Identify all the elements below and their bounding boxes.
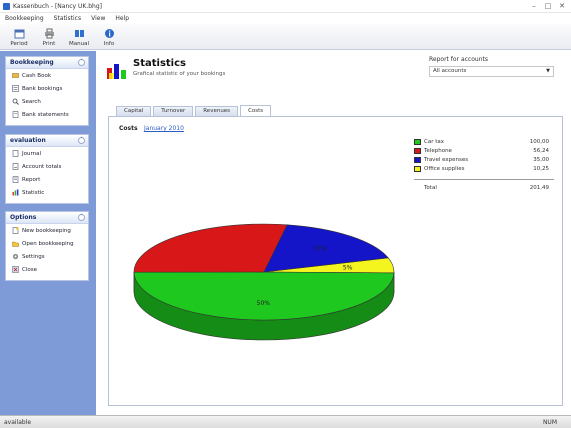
menu-statistics[interactable]: Statistics: [54, 14, 81, 24]
info-button[interactable]: Info: [94, 24, 124, 50]
pie-slice: [133, 223, 288, 273]
legend-total: Total 201,49: [424, 184, 549, 191]
cash-icon: [12, 72, 19, 79]
page-title: Statistics: [133, 58, 186, 69]
period-button[interactable]: Period: [4, 24, 34, 50]
menu-help[interactable]: Help: [115, 14, 129, 24]
toolbar: Period Print Manual Info: [0, 24, 571, 50]
pie-slice-label: 5%: [343, 265, 353, 272]
window-title: Kassenbuch - [Nancy UK.bhg]: [13, 3, 103, 10]
manual-button[interactable]: Manual: [64, 24, 94, 50]
tab-capital[interactable]: Capital: [116, 106, 152, 116]
legend-item: Car tax 100,00: [414, 137, 554, 146]
pie-slice-label: 17%: [313, 246, 327, 253]
gear-icon: [12, 253, 19, 260]
legend-swatch: [414, 138, 421, 145]
legend-swatch: [414, 165, 421, 172]
sidebar-item-bank-statements[interactable]: Bank statements: [6, 108, 88, 121]
new-file-icon: [12, 227, 19, 234]
chart-legend: Car tax 100,00 Telephone 56,24 Travel ex…: [414, 137, 554, 192]
tab-costs[interactable]: Costs: [240, 105, 272, 116]
totals-icon: [12, 163, 19, 170]
costs-label: Costs: [119, 125, 138, 132]
journal-icon: [12, 150, 19, 157]
report-icon: [12, 176, 19, 183]
statement-icon: [12, 111, 19, 118]
report-label: Report for accounts: [429, 56, 488, 63]
costs-month-link[interactable]: January 2010: [144, 125, 184, 132]
book-icon: [74, 28, 85, 39]
sidebar-item-settings[interactable]: Settings: [6, 250, 88, 263]
evaluation-panel-header[interactable]: evaluation ˄: [6, 135, 88, 147]
tab-strip: Capital Turnover Revenues Costs: [116, 105, 272, 116]
sidebar: Bookkeeping ˄ Cash Book Bank bookings Se…: [0, 51, 96, 415]
legend-swatch: [414, 147, 421, 154]
tab-turnover[interactable]: Turnover: [153, 106, 194, 116]
options-panel-header[interactable]: Options ˄: [6, 212, 88, 224]
chart-icon: [12, 189, 19, 196]
status-num: NUM: [542, 419, 557, 426]
chevron-down-icon: ▼: [546, 68, 550, 74]
sidebar-item-close[interactable]: Close: [6, 263, 88, 276]
sidebar-item-statistic[interactable]: Statistic: [6, 186, 88, 199]
close-icon: [12, 266, 19, 273]
report-account-select[interactable]: All accounts ▼: [429, 66, 554, 77]
legend-item: Office supplies 10,25: [414, 164, 554, 173]
status-text: available: [4, 419, 32, 426]
status-bar: available NUM: [0, 415, 571, 428]
sidebar-item-report[interactable]: Report: [6, 173, 88, 186]
costs-pie-chart: 5% 50% 17%: [133, 223, 395, 341]
sidebar-item-open-bookkeeping[interactable]: Open bookkeeping: [6, 237, 88, 250]
menu-bar: Bookkeeping Statistics View Help: [0, 14, 571, 24]
sidebar-item-new-bookkeeping[interactable]: New bookkeeping: [6, 224, 88, 237]
options-panel: Options ˄ New bookkeeping Open bookkeepi…: [5, 211, 89, 281]
minimize-button[interactable]: –: [529, 2, 539, 10]
collapse-icon[interactable]: ˄: [78, 59, 85, 66]
print-button[interactable]: Print: [34, 24, 64, 50]
legend-item: Telephone 56,24: [414, 146, 554, 155]
calendar-icon: [14, 28, 25, 39]
menu-bookkeeping[interactable]: Bookkeeping: [5, 14, 44, 24]
close-window-button[interactable]: ✕: [557, 2, 567, 10]
collapse-icon[interactable]: ˄: [78, 137, 85, 144]
pie-slice-label: 50%: [257, 300, 271, 307]
legend-item: Travel expenses 35,00: [414, 155, 554, 164]
costs-tab-panel: Costs January 2010 Car tax 100,00 Teleph…: [108, 116, 563, 406]
tab-revenues[interactable]: Revenues: [195, 106, 239, 116]
app-icon: [3, 3, 10, 10]
sidebar-item-cash-book[interactable]: Cash Book: [6, 69, 88, 82]
legend-divider: [414, 179, 554, 180]
legend-swatch: [414, 156, 421, 163]
search-icon: [12, 98, 19, 105]
evaluation-panel: evaluation ˄ Journal Account totals Repo…: [5, 134, 89, 204]
open-folder-icon: [12, 240, 19, 247]
printer-icon: [44, 28, 55, 39]
title-bar: Kassenbuch - [Nancy UK.bhg] – □ ✕: [0, 0, 571, 13]
menu-view[interactable]: View: [91, 14, 105, 24]
statistics-header-icon: [107, 64, 126, 79]
sidebar-item-journal[interactable]: Journal: [6, 147, 88, 160]
page-subtitle: Grafical statistic of your bookings: [133, 71, 226, 77]
collapse-icon[interactable]: ˄: [78, 214, 85, 221]
info-icon: [104, 28, 115, 39]
bookkeeping-panel: Bookkeeping ˄ Cash Book Bank bookings Se…: [5, 56, 89, 126]
sidebar-item-bank-bookings[interactable]: Bank bookings: [6, 82, 88, 95]
maximize-button[interactable]: □: [543, 2, 553, 10]
sidebar-item-search[interactable]: Search: [6, 95, 88, 108]
sidebar-item-account-totals[interactable]: Account totals: [6, 160, 88, 173]
bookkeeping-panel-header[interactable]: Bookkeeping ˄: [6, 57, 88, 69]
main-content: Statistics Grafical statistic of your bo…: [96, 51, 571, 415]
bank-icon: [12, 85, 19, 92]
